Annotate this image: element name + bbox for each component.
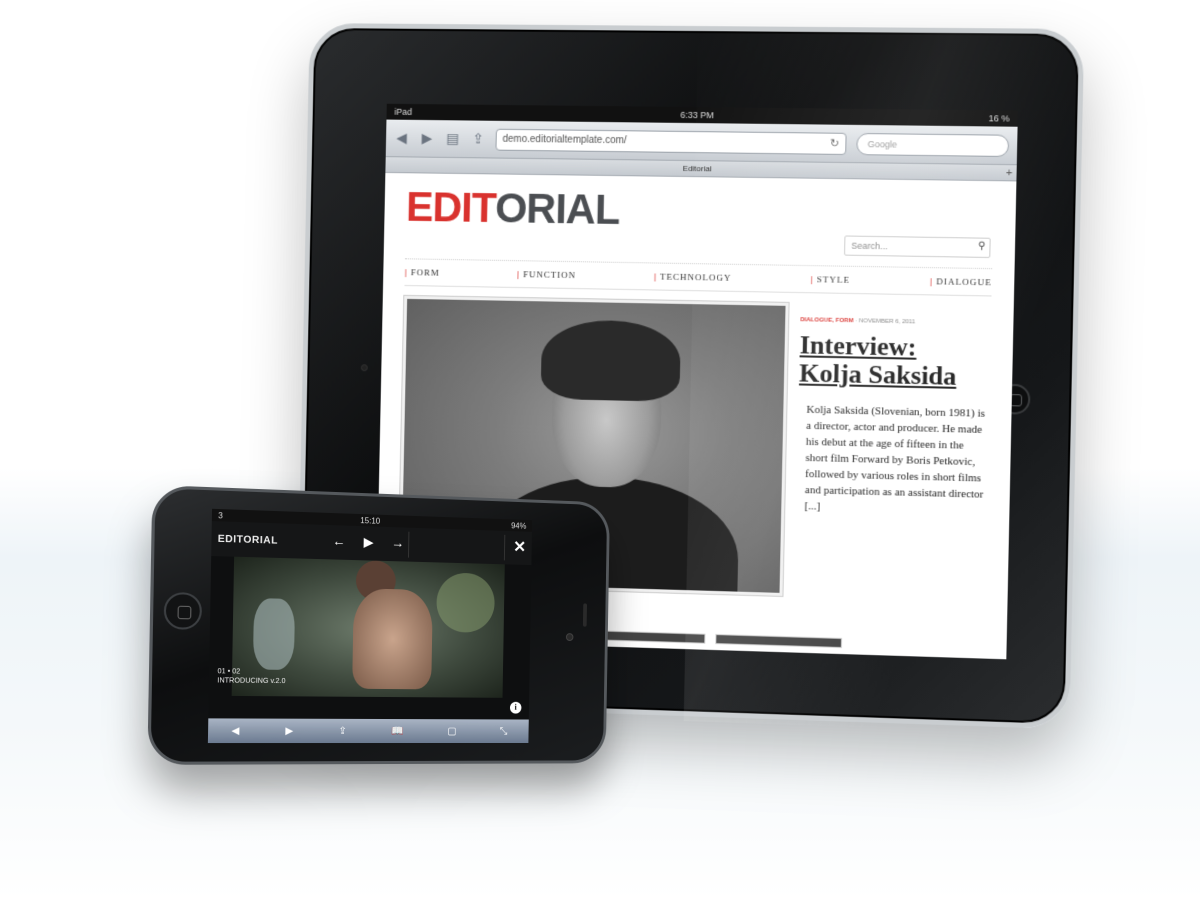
site-search-input[interactable]: Search... ⚲ [844, 235, 991, 259]
thumbnail[interactable] [715, 634, 843, 649]
iphone-home-button[interactable] [163, 591, 203, 630]
menu-item-technology[interactable]: TECHNOLOGY [654, 271, 732, 283]
menu-item-function[interactable]: FUNCTION [517, 269, 576, 280]
tabs-icon[interactable]: ▢ [447, 726, 456, 737]
iphone-screen: 3 15:10 94% EDITORIAL ← ▶ → ✕ 01 • 02 IN… [207, 508, 533, 744]
tab-title[interactable]: Editorial [683, 164, 712, 173]
safari-search-field[interactable]: Google [856, 132, 1010, 157]
url-field[interactable]: demo.editorialtemplate.com/ ↻ [495, 128, 847, 155]
reload-icon[interactable]: ↻ [830, 136, 840, 149]
fullscreen-icon[interactable]: ⤡ [500, 726, 508, 737]
prev-arrow-icon[interactable]: ← [332, 533, 345, 550]
iphone-camera [565, 633, 574, 642]
site-menu: FORM FUNCTION TECHNOLOGY STYLE DIALOGUE [404, 258, 993, 297]
plus-icon[interactable]: + [1006, 165, 1013, 181]
ipad-carrier: iPad [394, 106, 413, 117]
header-divider [407, 531, 506, 561]
mobile-safari-toolbar: ◀ ▶ ⇪ 📖 ▢ ⤡ [207, 718, 529, 744]
forward-icon[interactable]: ▶ [419, 130, 435, 147]
article-meta: DIALOGUE, FORM · NOVEMBER 6, 2011 [800, 317, 991, 327]
video-title: INTRODUCING v.2.0 [217, 677, 286, 686]
ipad-battery: 16 % [988, 113, 1010, 124]
menu-item-dialogue[interactable]: DIALOGUE [930, 276, 992, 287]
article-summary: DIALOGUE, FORM · NOVEMBER 6, 2011 Interv… [795, 303, 992, 602]
article-headline[interactable]: Interview: Kolja Saksida [799, 330, 991, 391]
url-text: demo.editorialtemplate.com/ [502, 133, 627, 146]
play-icon[interactable]: ▶ [364, 534, 374, 550]
iphone-device: 3 15:10 94% EDITORIAL ← ▶ → ✕ 01 • 02 IN… [147, 484, 611, 765]
menu-item-form[interactable]: FORM [405, 267, 440, 277]
share-icon[interactable]: ⇪ [470, 130, 486, 147]
ipad-camera [360, 364, 368, 372]
slideshow-controls: ← ▶ → [332, 533, 404, 551]
iphone-carrier: 3 [218, 510, 223, 520]
forward-icon[interactable]: ▶ [285, 725, 293, 736]
back-icon[interactable]: ◀ [231, 725, 239, 736]
iphone-battery: 94% [511, 520, 527, 531]
back-icon[interactable]: ◀ [394, 130, 410, 147]
bookmarks-icon[interactable]: ▤ [445, 130, 461, 147]
bookmarks-icon[interactable]: 📖 [391, 726, 403, 737]
menu-item-style[interactable]: STYLE [810, 274, 851, 285]
article-date: · NOVEMBER 6, 2011 [855, 318, 916, 326]
article-categories[interactable]: DIALOGUE, FORM [800, 317, 853, 324]
ipad-time: 6:33 PM [680, 109, 714, 121]
device-scene: iPad 6:33 PM 16 % ◀ ▶ ▤ ⇪ demo.editorial… [0, 0, 1200, 900]
info-icon[interactable]: i [509, 701, 522, 714]
close-icon[interactable]: ✕ [513, 537, 526, 557]
search-icon[interactable]: ⚲ [978, 241, 986, 252]
video-caption: 01 • 02 INTRODUCING v.2.0 [217, 667, 285, 686]
iphone-brand[interactable]: EDITORIAL [218, 533, 278, 546]
iphone-speaker [582, 603, 588, 627]
next-arrow-icon[interactable]: → [391, 535, 404, 551]
share-icon[interactable]: ⇪ [338, 725, 347, 736]
iphone-time: 15:10 [360, 515, 381, 526]
site-logo[interactable]: EDITORIAL [406, 183, 994, 238]
article-excerpt: Kolja Saksida (Slovenian, born 1981) is … [804, 403, 986, 513]
